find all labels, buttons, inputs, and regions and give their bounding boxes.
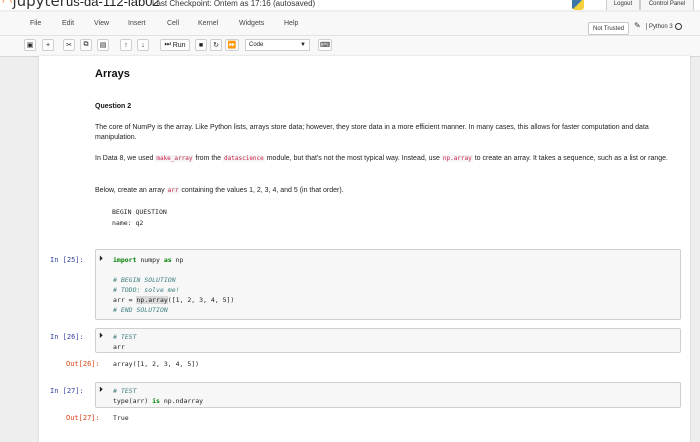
pencil-icon[interactable]: ✎ [634,21,641,30]
markdown-pre-line: BEGIN QUESTION [112,208,167,216]
toolbar: ▣ + ✂ ⧉ ▤ ↑ ↓ ⏭ Run ■ ↻ ⏩ Code ▼ ⌨ [0,36,700,57]
command-palette-button[interactable]: ⌨ [318,39,332,51]
inline-code: np.array [441,155,473,162]
cell-output: array([1, 2, 3, 4, 5]) [113,360,200,368]
menubar: File Edit View Insert Cell Kernel Widget… [0,12,700,36]
plus-icon: + [45,41,51,49]
markdown-pre-line: name: q2 [112,219,144,227]
fast-forward-icon: ⏩ [227,42,237,49]
code-comment: # TEST [113,387,137,395]
code-line: type(arr) is np.ndarray [113,397,204,405]
notebook-header: ◠jupyter us-da-112-lab02 Last Checkpoint… [0,0,700,10]
menu-edit[interactable]: Edit [62,20,74,27]
input-prompt: In [27]: [50,387,84,395]
cell-output: True [113,414,129,422]
output-prompt: Out[26]: [66,360,100,368]
save-icon: ▣ [26,42,34,49]
notebook-name[interactable]: us-da-112-lab02 [66,0,160,9]
inline-code: make_array [155,155,194,162]
inline-code: datascience [223,155,265,162]
python-logo-icon [572,0,584,10]
stop-icon: ■ [198,41,204,49]
inline-code: arr [166,187,180,194]
menu-view[interactable]: View [94,20,109,27]
keyboard-icon: ⌨ [319,42,331,49]
menu-widgets[interactable]: Widgets [239,20,264,27]
code-comment: # BEGIN SOLUTION [113,276,176,284]
restart-icon: ↻ [213,42,219,49]
menu-cell[interactable]: Cell [167,20,179,27]
code-line: import numpy as np [113,256,184,264]
copy-icon: ⧉ [83,41,89,48]
save-button[interactable]: ▣ [24,39,36,51]
restart-button[interactable]: ↻ [210,39,222,51]
cell-type-select[interactable]: Code ▼ [245,39,310,51]
menu-insert[interactable]: Insert [128,20,146,27]
move-down-button[interactable]: ↓ [137,39,149,51]
menu-help[interactable]: Help [284,20,298,27]
code-comment: # TODO: solve me! [113,286,180,294]
question-heading: Question 2 [95,103,132,110]
cut-button[interactable]: ✂ [63,39,75,51]
insert-cell-button[interactable]: + [42,39,54,51]
kernel-indicator: Python 3 [646,23,682,31]
markdown-paragraph-1: The core of NumPy is the array. Like Pyt… [95,124,649,141]
logout-button[interactable]: Logout [606,0,640,10]
scissors-icon: ✂ [66,42,72,49]
restart-run-all-button[interactable]: ⏩ [225,39,239,51]
menu-file[interactable]: File [30,20,41,27]
jupyter-arc-icon: ◠ [2,0,13,9]
markdown-paragraph-3: Below, create an array arr containing th… [95,187,344,194]
control-panel-button[interactable]: Control Panel [640,0,694,10]
interrupt-button[interactable]: ■ [195,39,207,51]
collapse-toggle-icon[interactable]: ⏵ [99,254,103,264]
chevron-down-icon: ▼ [300,42,306,48]
arrow-up-icon: ↑ [124,41,128,49]
paste-icon: ▤ [99,42,107,49]
run-button[interactable]: ⏭ Run [160,39,190,51]
paste-button[interactable]: ▤ [97,39,109,51]
step-forward-icon: ⏭ [164,41,171,48]
collapse-toggle-icon[interactable]: ⏵ [99,385,103,395]
input-prompt: In [25]: [50,256,84,264]
code-comment: # TEST [113,333,137,341]
jupyter-logo[interactable]: ◠jupyter [2,0,66,10]
arrow-down-icon: ↓ [141,41,145,49]
code-line: arr [113,343,125,351]
markdown-heading: Arrays [95,68,130,80]
output-prompt: Out[27]: [66,414,100,422]
input-prompt: In [26]: [50,333,84,341]
copy-button[interactable]: ⧉ [80,39,92,51]
checkpoint-status: Last Checkpoint: Ontem as 17:16 (autosav… [152,0,316,8]
menu-kernel[interactable]: Kernel [198,20,218,27]
markdown-paragraph-2: In Data 8, we used make_array from the d… [95,155,668,162]
kernel-idle-icon [674,23,682,30]
collapse-toggle-icon[interactable]: ⏵ [99,331,103,341]
code-comment: # END SOLUTION [113,306,168,314]
code-cell-input[interactable] [95,328,681,353]
not-trusted-button[interactable]: Not Trusted [588,22,629,35]
code-line: arr = np.array([1, 2, 3, 4, 5]) [113,296,235,304]
move-up-button[interactable]: ↑ [120,39,132,51]
